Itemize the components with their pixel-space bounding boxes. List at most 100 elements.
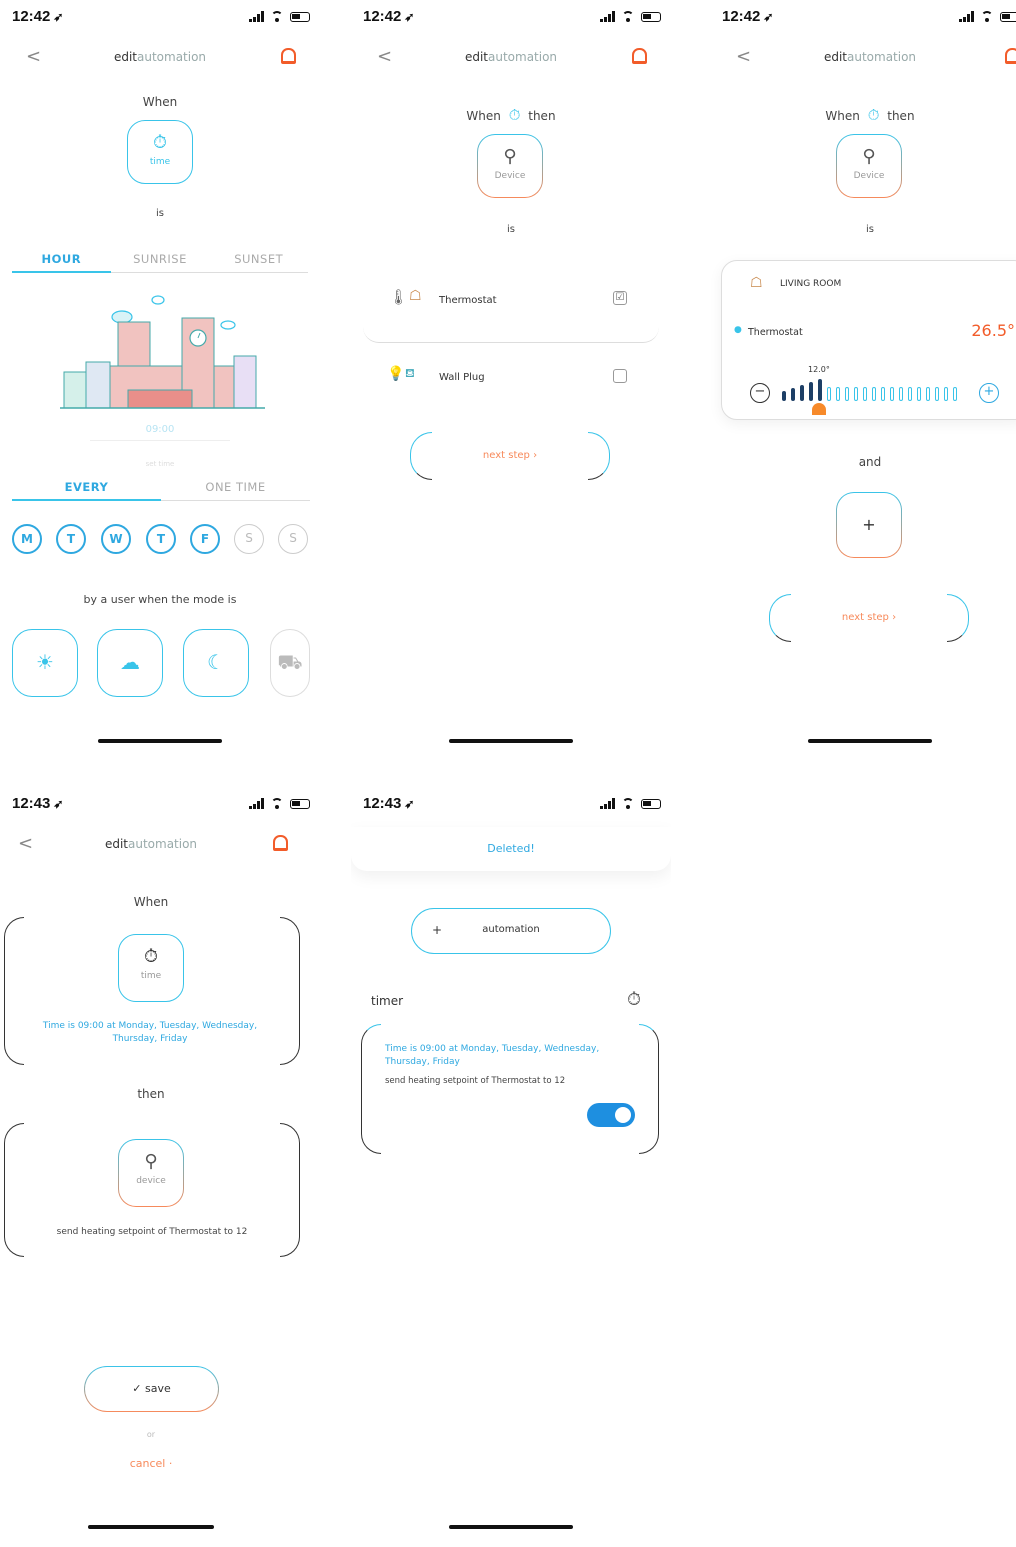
and-label: and — [858, 455, 882, 469]
status-bar: 12:42 ➶ — [10, 8, 310, 28]
wifi-icon — [980, 11, 994, 22]
day-thursday[interactable]: T — [146, 524, 176, 554]
when-description: Time is 09:00 at Monday, Tuesday, Wednes… — [42, 1021, 258, 1044]
stopwatch-icon: ⏱ — [626, 989, 641, 1010]
slider-handle[interactable] — [812, 403, 826, 415]
setpoint-value: 12.0° — [808, 365, 830, 374]
timer-section-title: timer — [371, 994, 404, 1008]
tab-sunrise[interactable]: SUNRISE — [111, 252, 210, 272]
home-icon[interactable] — [632, 48, 647, 64]
nav-bar: < editautomation — [710, 44, 1016, 70]
signal-icon — [600, 798, 615, 809]
bulb-icon: 💡 — [387, 366, 405, 382]
device-tile[interactable]: ⚲ device — [118, 1139, 184, 1207]
wifi-icon — [270, 798, 284, 809]
setpoint-slider[interactable] — [782, 377, 962, 401]
add-condition-button[interactable]: + — [836, 492, 902, 558]
mode-night-home[interactable]: ☾ — [183, 629, 249, 697]
screen-thermostat-setpoint: 12:42 ➶ < editautomation When ⏱ then ⚲ De… — [710, 0, 1016, 760]
signal-icon — [959, 11, 974, 22]
add-automation-button[interactable]: + automation — [411, 908, 611, 954]
home-icon[interactable] — [281, 48, 296, 64]
decrease-button[interactable]: − — [750, 383, 770, 403]
nav-bar: < editautomation — [0, 831, 320, 857]
status-bar: 12:43 ➶ — [361, 795, 661, 815]
day-saturday[interactable]: S — [234, 524, 264, 554]
page-title: editautomation — [104, 837, 198, 851]
when-label: When — [142, 95, 178, 109]
sofa-icon: ☖ — [750, 275, 763, 291]
slider-tick — [899, 387, 903, 401]
thermostat-checkbox[interactable]: ☑ — [613, 291, 627, 305]
device-name: Thermostat — [748, 327, 803, 338]
city-illustration — [60, 295, 265, 409]
status-time: 12:42 ➶ — [722, 8, 774, 25]
automation-trigger: Time is 09:00 at Monday, Tuesday, Wednes… — [385, 1044, 600, 1067]
device-row-thermostat[interactable]: 🌡 ☖ Thermostat ☑ — [363, 278, 659, 343]
automation-action: send heating setpoint of Thermostat to 1… — [385, 1076, 566, 1086]
current-temperature: 26.5° — [971, 321, 1015, 340]
day-tuesday[interactable]: T — [56, 524, 86, 554]
tab-sunset[interactable]: SUNSET — [209, 252, 308, 272]
time-underline — [90, 440, 230, 441]
day-monday[interactable]: M — [12, 524, 42, 554]
nav-bar: < editautomation — [351, 44, 671, 70]
time-tile[interactable]: ⏱ time — [118, 934, 184, 1002]
status-time: 12:43 ➶ — [363, 795, 415, 812]
stopwatch-icon: ⏱ — [152, 132, 168, 153]
device-tile[interactable]: ⚲ Device — [477, 134, 543, 198]
page-title: editautomation — [113, 50, 207, 64]
thermostat-card: ☖ LIVING ROOM ● Thermostat 26.5° 12.0° −… — [721, 260, 1016, 420]
plug-icon: ⚲ — [503, 146, 517, 167]
tab-every[interactable]: EVERY — [12, 480, 161, 501]
stopwatch-icon: ⏱ — [143, 946, 159, 967]
battery-icon — [1000, 11, 1016, 22]
bed-icon: ⛾ — [405, 366, 415, 380]
status-bar: 12:42 ➶ — [720, 8, 1016, 28]
device-row-wall-plug[interactable]: 💡 ⛾ Wall Plug — [363, 356, 659, 406]
time-value[interactable]: 09:00 — [0, 424, 320, 435]
screen-then-device: 12:42 ➶ < editautomation When ⏱ then ⚲ De… — [351, 0, 671, 760]
slider-tick — [854, 387, 858, 401]
status-bar: 12:42 ➶ — [361, 8, 661, 28]
next-step-button[interactable]: next step › — [410, 432, 610, 480]
slider-tick — [782, 391, 786, 401]
signal-icon — [600, 11, 615, 22]
slider-tick — [881, 387, 885, 401]
status-dot: ● — [734, 325, 742, 335]
slider-tick — [818, 379, 822, 401]
next-step-button[interactable]: next step › — [769, 594, 969, 642]
day-wednesday[interactable]: W — [101, 524, 131, 554]
cancel-link[interactable]: cancel · — [0, 1457, 302, 1470]
slider-tick — [935, 387, 939, 401]
slider-tick — [836, 387, 840, 401]
stopwatch-icon: ⏱ — [867, 106, 880, 124]
increase-button[interactable]: + — [979, 383, 999, 403]
screen-summary: 12:43 ➶ < editautomation When ⏱ time Time… — [0, 787, 320, 1547]
slider-tick — [872, 387, 876, 401]
mode-away[interactable]: ☁ — [97, 629, 163, 697]
slider-tick — [944, 387, 948, 401]
home-icon[interactable] — [1005, 48, 1016, 64]
time-tile[interactable]: ⏱ time — [127, 120, 193, 184]
mode-vacation[interactable]: ⛟ — [270, 629, 310, 697]
is-label: is — [866, 224, 874, 235]
mode-day-home[interactable]: ☀ — [12, 629, 78, 697]
signal-icon — [249, 11, 264, 22]
when-then-label: When ⏱ then — [466, 106, 556, 124]
tab-hour[interactable]: HOUR — [12, 252, 111, 273]
battery-icon — [641, 798, 661, 809]
automation-toggle[interactable] — [587, 1103, 635, 1127]
or-label: or — [146, 1430, 156, 1439]
home-icon[interactable] — [273, 835, 288, 851]
tab-one-time[interactable]: ONE TIME — [161, 480, 310, 500]
signal-icon — [249, 798, 264, 809]
wall-plug-checkbox[interactable] — [613, 369, 627, 383]
home-indicator — [88, 1525, 214, 1529]
day-friday[interactable]: F — [190, 524, 220, 554]
day-sunday[interactable]: S — [278, 524, 308, 554]
save-button[interactable]: ✓ save — [84, 1366, 219, 1412]
room-name: LIVING ROOM — [780, 279, 842, 289]
wifi-icon — [621, 11, 635, 22]
device-tile[interactable]: ⚲ Device — [836, 134, 902, 198]
